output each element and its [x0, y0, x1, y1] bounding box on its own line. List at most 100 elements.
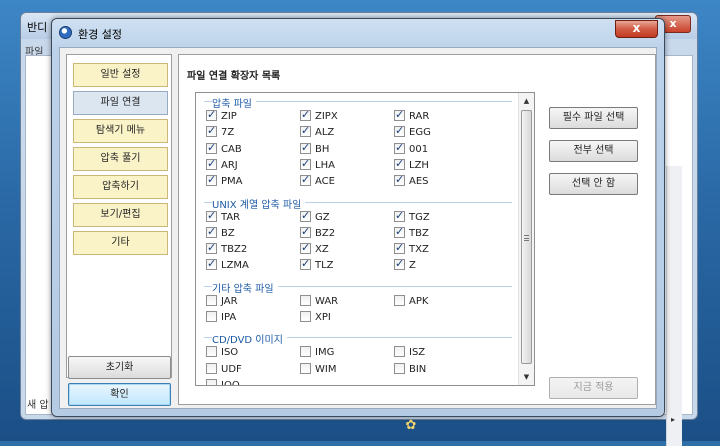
extension-checkbox[interactable]: BZ2: [300, 225, 335, 241]
checkbox-unchecked-icon[interactable]: [300, 311, 311, 322]
extension-checkbox[interactable]: TBZ: [394, 225, 429, 241]
checkbox-unchecked-icon[interactable]: [206, 294, 217, 306]
list-scrollbar[interactable]: ▲ ▼: [518, 93, 534, 385]
checkbox-checked-icon[interactable]: [394, 108, 405, 121]
extension-checkbox[interactable]: LZMA: [206, 257, 249, 273]
ok-button[interactable]: 확인: [68, 383, 171, 406]
scroll-up-icon[interactable]: ▲: [519, 93, 534, 109]
checkbox-unchecked-icon[interactable]: [300, 346, 311, 358]
extension-checkbox[interactable]: ARJ: [206, 157, 238, 173]
extension-checkbox[interactable]: IPA: [206, 311, 236, 325]
extension-checkbox[interactable]: LZH: [394, 157, 429, 173]
checkbox-checked-icon[interactable]: [300, 225, 311, 238]
extension-checkbox[interactable]: GZ: [300, 209, 330, 225]
apply-now-button[interactable]: 지금 적용: [549, 377, 638, 399]
checkbox-checked-icon[interactable]: [394, 141, 405, 154]
extension-checkbox[interactable]: LHA: [300, 157, 335, 173]
extension-checkbox[interactable]: TLZ: [300, 257, 334, 273]
checkbox-checked-icon[interactable]: [300, 209, 311, 222]
reset-button[interactable]: 초기화: [68, 356, 171, 379]
checkbox-checked-icon[interactable]: [394, 209, 405, 222]
dialog-titlebar[interactable]: 환경 설정 x: [52, 19, 664, 47]
extension-checkbox[interactable]: TAR: [206, 209, 240, 225]
checkbox-checked-icon[interactable]: [206, 241, 217, 255]
extension-checkbox[interactable]: AES: [394, 173, 429, 189]
checkbox-checked-icon[interactable]: [206, 209, 217, 222]
scroll-down-icon[interactable]: ▼: [519, 369, 534, 385]
nav-compress[interactable]: 압축하기: [73, 175, 168, 199]
checkbox-unchecked-icon[interactable]: [394, 294, 405, 306]
extension-checkbox[interactable]: XPI: [300, 311, 331, 325]
extension-checkbox[interactable]: 001: [394, 141, 428, 157]
extension-checkbox[interactable]: ACE: [300, 173, 335, 189]
checkbox-checked-icon[interactable]: [206, 173, 217, 187]
extension-checkbox[interactable]: WIM: [300, 362, 336, 377]
extension-checkbox[interactable]: IMG: [300, 346, 334, 360]
extension-checkbox[interactable]: TBZ2: [206, 241, 247, 257]
extension-checkbox[interactable]: ISO: [206, 346, 238, 360]
dialog-close-button[interactable]: x: [615, 20, 658, 38]
checkbox-checked-icon[interactable]: [206, 257, 217, 271]
nav-etc[interactable]: 기타: [73, 231, 168, 255]
extension-checkbox[interactable]: RAR: [394, 108, 429, 124]
nav-view-edit[interactable]: 보기/편집: [73, 203, 168, 227]
background-scrollbar[interactable]: ▸: [666, 166, 682, 446]
extension-checkbox[interactable]: ZIPX: [300, 108, 338, 124]
checkbox-checked-icon[interactable]: [300, 157, 311, 170]
extension-checkbox[interactable]: BIN: [394, 362, 426, 377]
extension-checkbox[interactable]: UDF: [206, 362, 242, 377]
extension-checkbox[interactable]: ISZ: [394, 346, 425, 360]
scroll-right-icon[interactable]: ▸: [671, 415, 675, 424]
checkbox-checked-icon[interactable]: [394, 241, 405, 255]
checkbox-checked-icon[interactable]: [300, 108, 311, 121]
extension-checkbox[interactable]: 7Z: [206, 124, 234, 140]
select-none-button[interactable]: 선택 안 함: [549, 173, 638, 195]
nav-explorer-menu[interactable]: 탐색기 메뉴: [73, 119, 168, 143]
nav-extract[interactable]: 압축 풀기: [73, 147, 168, 171]
checkbox-unchecked-icon[interactable]: [206, 346, 217, 358]
extension-checkbox[interactable]: APK: [394, 294, 428, 309]
extension-checkbox[interactable]: ZIP: [206, 108, 237, 124]
extension-checkbox[interactable]: CAB: [206, 141, 242, 157]
checkbox-checked-icon[interactable]: [206, 124, 217, 138]
checkbox-unchecked-icon[interactable]: [394, 362, 405, 374]
extension-label: ARJ: [221, 159, 238, 171]
checkbox-checked-icon[interactable]: [300, 141, 311, 154]
checkbox-checked-icon[interactable]: [300, 173, 311, 187]
extension-checkbox[interactable]: IOO: [206, 378, 240, 385]
extension-checkbox[interactable]: EGG: [394, 124, 431, 140]
extension-checkbox[interactable]: XZ: [300, 241, 329, 257]
checkbox-checked-icon[interactable]: [394, 124, 405, 138]
extension-checkbox[interactable]: PMA: [206, 173, 243, 189]
checkbox-checked-icon[interactable]: [206, 108, 217, 121]
checkbox-checked-icon[interactable]: [300, 124, 311, 138]
checkbox-unchecked-icon[interactable]: [300, 362, 311, 374]
select-required-button[interactable]: 필수 파일 선택: [549, 107, 638, 129]
extension-checkbox[interactable]: JAR: [206, 294, 238, 309]
select-all-button[interactable]: 전부 선택: [549, 140, 638, 162]
extension-checkbox[interactable]: BZ: [206, 225, 235, 241]
extension-checkbox[interactable]: TGZ: [394, 209, 430, 225]
extension-checkbox[interactable]: BH: [300, 141, 329, 157]
extension-checkbox[interactable]: TXZ: [394, 241, 429, 257]
checkbox-unchecked-icon[interactable]: [206, 362, 217, 374]
checkbox-checked-icon[interactable]: [206, 141, 217, 154]
checkbox-checked-icon[interactable]: [394, 173, 405, 187]
checkbox-checked-icon[interactable]: [394, 257, 405, 271]
checkbox-checked-icon[interactable]: [300, 241, 311, 255]
checkbox-unchecked-icon[interactable]: [206, 378, 217, 385]
checkbox-checked-icon[interactable]: [206, 225, 217, 238]
checkbox-checked-icon[interactable]: [394, 225, 405, 238]
checkbox-checked-icon[interactable]: [300, 257, 311, 271]
checkbox-unchecked-icon[interactable]: [394, 346, 405, 358]
checkbox-checked-icon[interactable]: [394, 157, 405, 170]
nav-general[interactable]: 일반 설정: [73, 63, 168, 87]
extension-checkbox[interactable]: Z: [394, 257, 416, 273]
extension-checkbox[interactable]: ALZ: [300, 124, 334, 140]
scroll-thumb[interactable]: [521, 110, 532, 364]
extension-checkbox[interactable]: WAR: [300, 294, 338, 309]
checkbox-unchecked-icon[interactable]: [300, 294, 311, 306]
checkbox-unchecked-icon[interactable]: [206, 311, 217, 322]
checkbox-checked-icon[interactable]: [206, 157, 217, 170]
nav-file-association[interactable]: 파일 연결: [73, 91, 168, 115]
